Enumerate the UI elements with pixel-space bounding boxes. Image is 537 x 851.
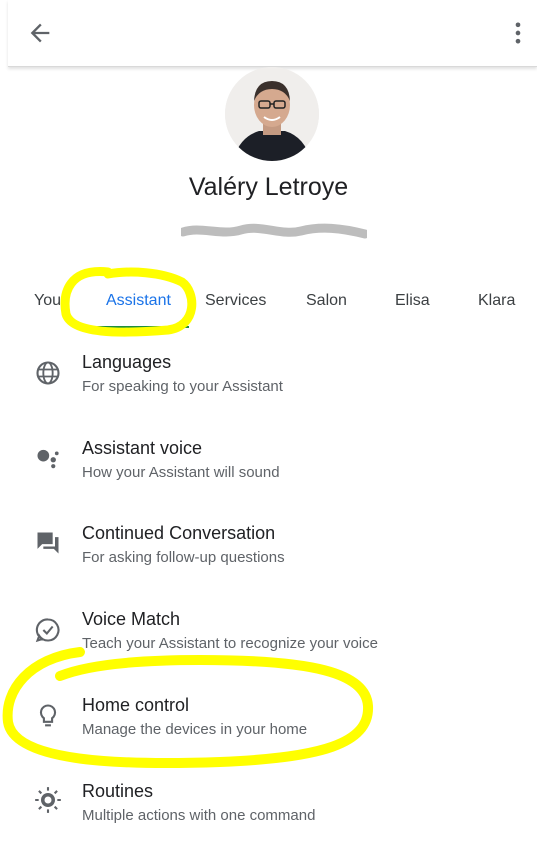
tab-assistant[interactable]: Assistant — [106, 292, 171, 310]
setting-subtitle: Multiple actions with one command — [82, 807, 316, 824]
tab-klara[interactable]: Klara — [478, 292, 515, 310]
setting-title: Voice Match — [82, 609, 181, 629]
avatar — [225, 67, 319, 161]
lightbulb-icon — [34, 702, 62, 730]
globe-icon — [34, 359, 62, 387]
setting-assistant-voice[interactable]: Assistant voice How your Assistant will … — [0, 438, 537, 508]
setting-voice-match[interactable]: Voice Match Teach your Assistant to reco… — [0, 609, 537, 679]
setting-routines[interactable]: Routines Multiple actions with one comma… — [0, 781, 537, 851]
tab-services[interactable]: Services — [205, 292, 266, 310]
more-options-button[interactable] — [504, 19, 532, 47]
voice-match-icon — [34, 616, 62, 644]
profile-name: Valéry Letroye — [188, 173, 349, 201]
setting-subtitle: For speaking to your Assistant — [82, 378, 283, 395]
setting-subtitle: How your Assistant will sound — [82, 464, 280, 481]
tab-bar: You Assistant Services Salon Elisa Klara — [0, 286, 537, 334]
chat-bubbles-icon — [34, 529, 62, 557]
setting-title: Languages — [82, 352, 172, 372]
setting-subtitle: Manage the devices in your home — [82, 721, 308, 738]
setting-continued-conversation[interactable]: Continued Conversation For asking follow… — [0, 523, 537, 593]
email-redaction — [178, 222, 370, 242]
setting-title: Continued Conversation — [82, 523, 276, 543]
setting-home-control[interactable]: Home control Manage the devices in your … — [0, 695, 537, 765]
setting-title: Home control — [82, 695, 190, 715]
back-button[interactable] — [26, 19, 54, 47]
arrow-back-icon — [30, 23, 50, 43]
assistant-dots-icon — [34, 444, 62, 472]
setting-subtitle: Teach your Assistant to recognize your v… — [82, 635, 378, 652]
tab-salon[interactable]: Salon — [306, 292, 347, 310]
active-tab-indicator — [91, 326, 189, 328]
more-vert-icon — [515, 22, 521, 44]
setting-title: Assistant voice — [82, 438, 203, 458]
setting-title: Routines — [82, 781, 154, 801]
setting-subtitle: For asking follow-up questions — [82, 549, 285, 566]
tab-you[interactable]: You — [34, 292, 61, 310]
setting-languages[interactable]: Languages For speaking to your Assistant — [0, 352, 537, 422]
routines-icon — [34, 786, 62, 814]
top-app-bar — [8, 0, 537, 67]
tab-elisa[interactable]: Elisa — [395, 292, 430, 310]
